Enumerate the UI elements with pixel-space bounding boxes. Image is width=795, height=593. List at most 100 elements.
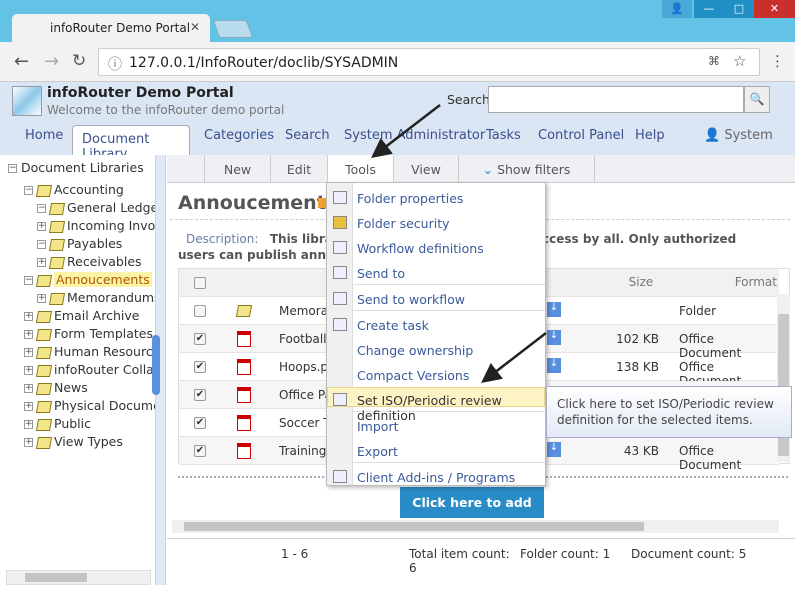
- bookmark-star-icon[interactable]: ☆: [733, 52, 746, 70]
- forward-icon[interactable]: →: [44, 51, 59, 72]
- nav-search[interactable]: Search: [285, 128, 330, 143]
- browser-tab[interactable]: infoRouter Demo Portal ✕: [12, 14, 210, 42]
- folder-tree: − Document Libraries − Accounting − General …: [0, 155, 156, 585]
- back-icon[interactable]: ←: [14, 51, 29, 72]
- close-tab-icon[interactable]: ✕: [190, 20, 200, 34]
- row-name[interactable]: Hoops.p: [279, 360, 328, 374]
- translate-icon[interactable]: ⌘: [708, 54, 720, 68]
- format-header[interactable]: Format: [677, 275, 777, 289]
- add-files-button[interactable]: Click here to add files: [400, 487, 544, 541]
- row-checkbox[interactable]: ✔: [194, 389, 206, 401]
- tree-item[interactable]: + Incoming Invoices: [37, 217, 155, 235]
- expand-icon[interactable]: +: [24, 420, 33, 429]
- tree-item[interactable]: − General Ledger: [37, 199, 155, 217]
- menu-icon[interactable]: ⋮: [770, 52, 785, 70]
- folder-icon: [48, 202, 66, 215]
- folder-icon: [35, 382, 53, 395]
- tree-item[interactable]: + Form Templates: [24, 325, 153, 343]
- expand-icon[interactable]: +: [24, 330, 33, 339]
- collapse-icon[interactable]: −: [37, 204, 46, 213]
- user-icon[interactable]: 👤: [662, 0, 692, 18]
- tree-item[interactable]: − Annoucements: [24, 271, 152, 289]
- row-name[interactable]: Training: [279, 444, 326, 458]
- user-icon: 👤: [704, 128, 725, 143]
- tree-item[interactable]: + Receivables: [37, 253, 142, 271]
- footer-divider: [167, 538, 795, 539]
- tree-root[interactable]: − Document Libraries: [8, 159, 144, 177]
- minimize-button[interactable]: —: [694, 0, 724, 18]
- tree-item-label: Accounting: [54, 182, 124, 197]
- row-checkbox[interactable]: ✔: [194, 361, 206, 373]
- splitter[interactable]: [152, 155, 166, 585]
- row-checkbox[interactable]: ✔: [194, 445, 206, 457]
- content-horizontal-scrollbar[interactable]: [172, 520, 779, 533]
- user-menu[interactable]: 👤 System: [704, 128, 773, 143]
- expand-icon[interactable]: +: [24, 384, 33, 393]
- collapse-icon[interactable]: −: [8, 164, 17, 173]
- new-tab-button[interactable]: [212, 20, 254, 38]
- tree-item-label: Human Resources: [54, 344, 156, 359]
- nav-document-library[interactable]: Document Library: [72, 125, 190, 162]
- tree-item[interactable]: + News: [24, 379, 88, 397]
- expand-icon[interactable]: +: [24, 438, 33, 447]
- scrollbar-thumb[interactable]: [25, 573, 87, 582]
- tree-item[interactable]: + View Types: [24, 433, 123, 451]
- document-count: Document count: 5: [631, 547, 747, 561]
- tree-horizontal-scrollbar[interactable]: [6, 570, 151, 585]
- download-icon[interactable]: ↓: [547, 442, 561, 457]
- folder-icon: [35, 310, 53, 323]
- tree-item[interactable]: − Payables: [37, 235, 122, 253]
- nav-categories[interactable]: Categories: [204, 128, 274, 143]
- menu-item[interactable]: Client Add-ins / Programs: [357, 470, 515, 485]
- new-button[interactable]: New: [204, 155, 270, 183]
- tree-item[interactable]: + Memorandums: [37, 289, 155, 307]
- tree-item-label: infoRouter Collateral: [54, 362, 155, 377]
- row-checkbox[interactable]: [194, 305, 206, 317]
- row-checkbox[interactable]: ✔: [194, 333, 206, 345]
- collapse-icon[interactable]: −: [24, 186, 33, 195]
- edit-button[interactable]: Edit: [270, 155, 327, 183]
- reload-icon[interactable]: ↻: [72, 51, 86, 71]
- library-title: Annoucements: [178, 192, 338, 214]
- tree-item[interactable]: + Physical Documents: [24, 397, 155, 415]
- menu-item[interactable]: Import: [357, 419, 399, 434]
- portal-title: infoRouter Demo Portal: [47, 85, 234, 101]
- folder-icon: [35, 184, 53, 197]
- close-window-button[interactable]: ✕: [754, 0, 795, 18]
- row-name[interactable]: Office Pa: [279, 388, 332, 402]
- nav-home[interactable]: Home: [25, 128, 63, 143]
- row-checkbox[interactable]: ✔: [194, 417, 206, 429]
- scrollbar-thumb[interactable]: [184, 522, 644, 531]
- folder-icon: [35, 400, 53, 413]
- expand-icon[interactable]: +: [37, 222, 46, 231]
- tree-item[interactable]: + Public: [24, 415, 91, 433]
- tree-item[interactable]: + Email Archive: [24, 307, 139, 325]
- expand-icon[interactable]: +: [37, 294, 46, 303]
- expand-icon[interactable]: +: [37, 258, 46, 267]
- maximize-button[interactable]: □: [724, 0, 754, 18]
- expand-icon[interactable]: +: [24, 348, 33, 357]
- expand-icon[interactable]: +: [24, 366, 33, 375]
- splitter-handle[interactable]: [152, 335, 160, 395]
- row-name[interactable]: Football: [279, 332, 327, 346]
- tree-item[interactable]: + infoRouter Collateral: [24, 361, 155, 379]
- collapse-icon[interactable]: −: [24, 276, 33, 285]
- collapse-icon[interactable]: −: [37, 240, 46, 249]
- url-input[interactable]: ⓘ 127.0.0.1/InfoRouter/doclib/SYSADMIN: [98, 48, 760, 76]
- tree-item-label: Email Archive: [54, 308, 140, 323]
- nav-help[interactable]: Help: [635, 128, 665, 143]
- folder-icon: [35, 436, 53, 449]
- menu-separator: [353, 462, 545, 463]
- tree-item[interactable]: − Accounting: [24, 181, 124, 199]
- expand-icon[interactable]: +: [24, 402, 33, 411]
- menu-item[interactable]: Export: [357, 444, 398, 459]
- size-header[interactable]: Size: [591, 275, 691, 289]
- select-all-checkbox[interactable]: [194, 277, 206, 289]
- expand-icon[interactable]: +: [24, 312, 33, 321]
- row-name[interactable]: Memora: [279, 304, 328, 318]
- folder-icon: [35, 274, 53, 287]
- tree-item-label: Annoucements: [54, 272, 152, 287]
- total-value: 6: [409, 561, 417, 575]
- tree-item[interactable]: + Human Resources: [24, 343, 156, 361]
- search-button[interactable]: 🔍: [744, 86, 770, 113]
